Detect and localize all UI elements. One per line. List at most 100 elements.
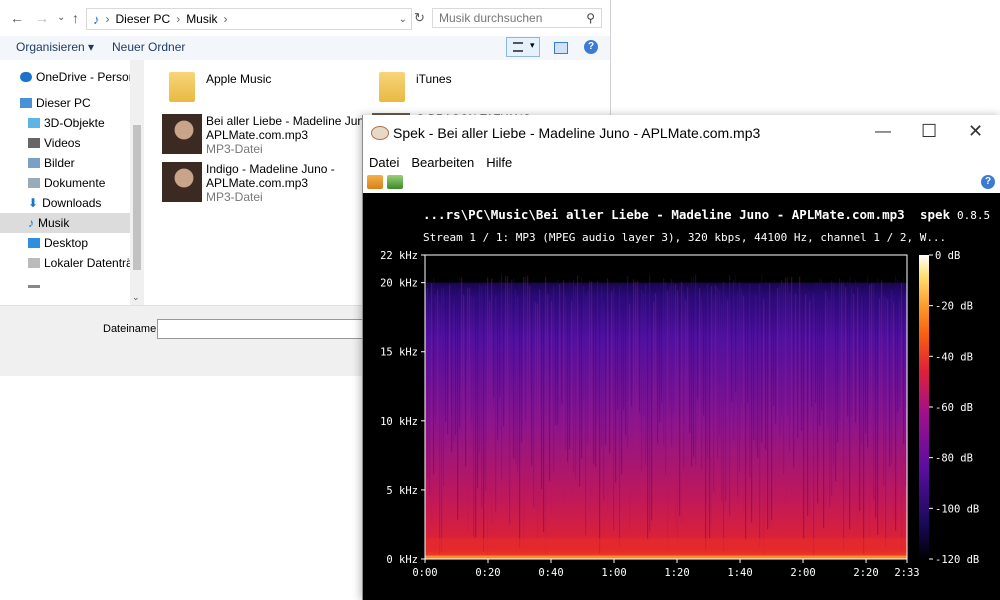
music-note-icon: ♪	[28, 216, 34, 230]
folder-itunes[interactable]: iTunes	[416, 72, 452, 86]
forward-arrow-icon[interactable]: →	[35, 10, 49, 26]
address-dropdown-icon[interactable]: ⌄	[399, 14, 407, 25]
back-arrow-icon[interactable]: ←	[10, 10, 24, 26]
y-tick-label: 10 kHz	[380, 416, 418, 428]
nav-item-music[interactable]: ♪ Musik	[0, 213, 130, 233]
spectral-streak	[465, 284, 467, 467]
spectral-streak	[493, 282, 495, 398]
spectral-streak	[509, 283, 511, 525]
spectral-streak	[727, 299, 729, 419]
spectral-streak	[681, 282, 683, 523]
menu-help[interactable]: Hilfe	[486, 155, 512, 170]
spectral-streak	[653, 302, 655, 408]
breadcrumb-this-pc[interactable]: Dieser PC	[116, 12, 171, 26]
spectral-streak	[787, 276, 789, 417]
spectral-streak	[433, 276, 435, 475]
search-placeholder: Musik durchsuchen	[439, 11, 543, 25]
file-name[interactable]: Bei aller Liebe - Madeline Juno -	[206, 114, 378, 128]
scroll-down-icon[interactable]: ⌄	[132, 292, 140, 303]
spectral-streak	[825, 290, 827, 507]
document-icon	[28, 178, 40, 188]
nav-scrollbar[interactable]: ⌄	[130, 60, 144, 305]
nav-label: Downloads	[42, 196, 102, 210]
help-icon[interactable]: ?	[981, 175, 995, 189]
window-title: Spek - Bei aller Liebe - Madeline Juno -…	[393, 125, 761, 141]
refresh-icon[interactable]: ↻	[414, 10, 425, 26]
open-file-icon[interactable]	[367, 175, 383, 189]
preview-pane-icon[interactable]	[554, 42, 568, 54]
spectral-streak	[679, 285, 681, 517]
spectral-streak	[447, 288, 449, 435]
x-tick-label: 1:40	[727, 567, 752, 579]
drive-icon	[28, 284, 40, 288]
spectral-streak	[829, 299, 831, 508]
address-bar[interactable]: ♪ › Dieser PC › Musik › ⌄	[86, 8, 412, 30]
spectral-streak	[623, 287, 625, 411]
spectral-streak	[549, 298, 551, 482]
maximize-icon[interactable]: ☐	[921, 121, 937, 142]
spectral-streak	[703, 297, 705, 416]
scrollbar-thumb[interactable]	[133, 125, 141, 270]
spectral-streak	[569, 279, 571, 450]
spectral-streak	[733, 280, 735, 441]
spectral-streak	[743, 295, 745, 511]
spectral-streak	[429, 301, 431, 496]
file-name[interactable]: Indigo - Madeline Juno -	[206, 162, 335, 176]
music-note-icon: ♪	[93, 11, 100, 27]
file-type: MP3-Datei	[206, 142, 263, 156]
spectral-streak	[533, 301, 535, 507]
minimize-icon[interactable]: —	[875, 123, 891, 141]
search-input[interactable]: Musik durchsuchen ⚲	[432, 8, 602, 28]
spectral-streak	[821, 278, 823, 411]
album-thumbnail[interactable]	[162, 114, 202, 154]
folder-icon[interactable]	[169, 72, 195, 102]
spectral-streak	[793, 303, 795, 468]
spectral-streak	[531, 290, 533, 466]
menu-edit[interactable]: Bearbeiten	[411, 155, 474, 170]
spectral-streak	[807, 301, 809, 516]
spectral-streak	[459, 278, 461, 429]
spectral-streak	[861, 296, 863, 445]
recent-chevron-icon[interactable]: ⌄	[57, 12, 65, 23]
organize-button[interactable]: Organisieren ▾	[16, 40, 94, 54]
spectral-streak	[685, 300, 687, 421]
x-tick-label: 2:33	[894, 567, 919, 579]
filename-label: Dateiname:	[103, 323, 160, 335]
save-image-icon[interactable]	[387, 175, 403, 189]
spectral-streak	[901, 283, 903, 551]
folder-apple-music[interactable]: Apple Music	[206, 72, 271, 86]
spectral-streak	[581, 277, 583, 459]
spectral-streak	[637, 281, 639, 491]
help-icon[interactable]: ?	[584, 40, 598, 54]
album-thumbnail[interactable]	[162, 162, 202, 202]
new-folder-button[interactable]: Neuer Ordner	[112, 40, 185, 54]
breadcrumb-music[interactable]: Musik	[186, 12, 217, 26]
spectral-streak	[621, 302, 623, 475]
spectral-streak	[477, 293, 479, 489]
file-name-line2[interactable]: APLMate.com.mp3	[206, 128, 308, 142]
title-bar[interactable]: Spek - Bei aller Liebe - Madeline Juno -…	[363, 115, 1000, 151]
spectral-streak	[513, 277, 515, 459]
view-options-button[interactable]: ▾	[506, 37, 540, 57]
spectral-streak	[843, 281, 845, 550]
filename-input[interactable]	[157, 319, 379, 339]
spectral-streak	[505, 276, 507, 437]
spectral-streak	[461, 277, 463, 399]
spectral-streak	[639, 289, 641, 413]
spectral-streak	[557, 279, 559, 425]
spectral-streak	[751, 292, 753, 523]
spectral-streak	[543, 293, 545, 532]
up-arrow-icon[interactable]: ↑	[72, 10, 79, 26]
close-icon[interactable]: ✕	[968, 121, 983, 142]
x-tick-label: 0:20	[475, 567, 500, 579]
menu-file[interactable]: Datei	[369, 155, 399, 170]
file-name-line2[interactable]: APLMate.com.mp3	[206, 176, 308, 190]
spectral-streak	[689, 295, 691, 433]
spectral-streak	[495, 295, 497, 512]
folder-icon[interactable]	[379, 72, 405, 102]
spectral-streak	[619, 285, 621, 547]
nav-item-local-disk[interactable]: Lokaler Datenträg	[28, 253, 130, 273]
spectral-streak	[781, 279, 783, 417]
spectral-streak	[731, 294, 733, 402]
spectral-streak	[711, 286, 713, 525]
